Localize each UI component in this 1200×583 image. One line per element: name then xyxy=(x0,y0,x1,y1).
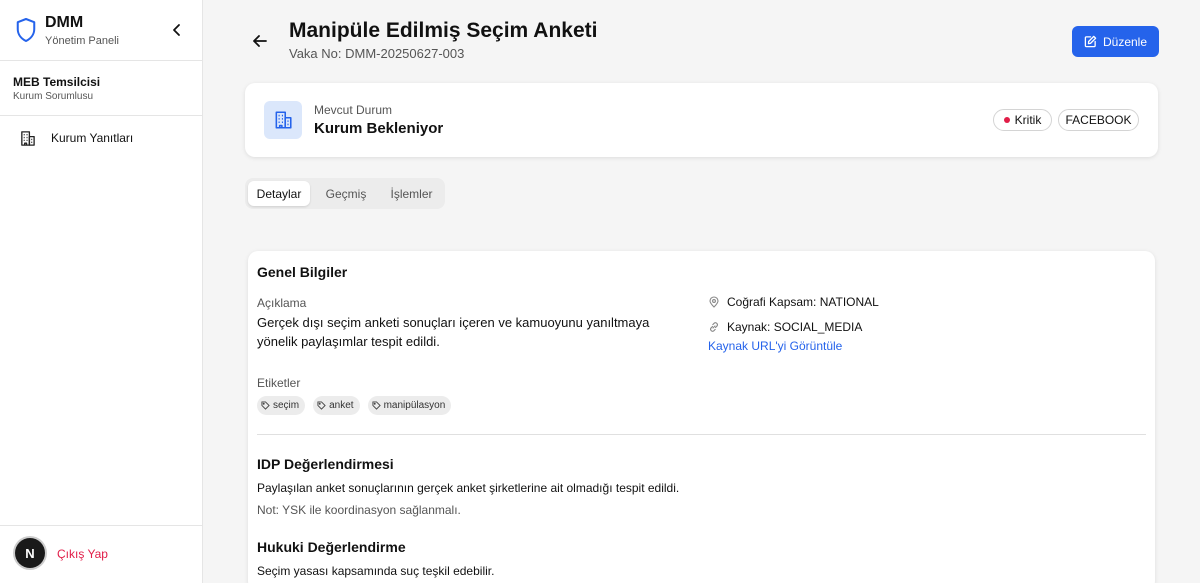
brand-title: DMM xyxy=(45,14,84,31)
sidebar-footer: N Çıkış Yap xyxy=(0,525,202,583)
arrow-left-icon[interactable] xyxy=(251,32,269,50)
tab-bar: Detaylar Geçmiş İşlemler xyxy=(245,178,445,209)
building-icon xyxy=(275,111,292,129)
details-card: Genel Bilgiler Açıklama Gerçek dışı seçi… xyxy=(248,251,1155,583)
map-pin-icon xyxy=(709,296,719,308)
edit-icon xyxy=(1084,35,1097,48)
legal-text: Seçim yasası kapsamında suç teşkil edebi… xyxy=(257,564,495,578)
severity-label: Kritik xyxy=(1014,113,1042,127)
tag-icon xyxy=(372,401,381,410)
tag-icon xyxy=(261,401,270,410)
tag-label: seçim xyxy=(273,400,300,411)
source-url-link[interactable]: Kaynak URL'yi Görüntüle xyxy=(708,339,842,353)
tag-item: anket xyxy=(313,396,360,415)
building-icon xyxy=(21,131,35,146)
tag-list: seçim anket manipülasyon xyxy=(257,396,452,415)
tag-label: anket xyxy=(329,400,354,411)
sidebar: DMM Yönetim Paneli MEB Temsilcisi Kurum … xyxy=(0,0,203,583)
description-text: Gerçek dışı seçim anketi sonuçları içere… xyxy=(257,315,650,349)
platform-badge: FACEBOOK xyxy=(1058,109,1139,131)
tag-item: seçim xyxy=(257,396,306,415)
edit-button[interactable]: Düzenle xyxy=(1072,26,1159,57)
source-text: Kaynak: SOCIAL_MEDIA xyxy=(727,320,863,334)
tags-label: Etiketler xyxy=(257,376,301,390)
tag-icon xyxy=(317,401,326,410)
idp-text: Paylaşılan anket sonuçlarının gerçek ank… xyxy=(257,481,680,495)
status-label: Mevcut Durum xyxy=(314,103,393,117)
idp-title: IDP Değerlendirmesi xyxy=(257,456,394,472)
case-number: Vaka No: DMM-20250627-003 xyxy=(289,46,465,61)
description-label: Açıklama xyxy=(257,296,307,310)
severity-badge: Kritik xyxy=(993,109,1052,131)
idp-note: Not: YSK ile koordinasyon sağlanmalı. xyxy=(257,503,461,517)
logout-button[interactable]: Çıkış Yap xyxy=(57,547,108,561)
tab-gecmis[interactable]: Geçmiş xyxy=(315,181,377,206)
shield-icon xyxy=(16,17,36,43)
sidebar-item-kurum-yanitlari[interactable]: Kurum Yanıtları xyxy=(0,122,202,154)
status-card: Mevcut Durum Kurum Bekleniyor Kritik FAC… xyxy=(245,83,1158,157)
tag-item: manipülasyon xyxy=(367,396,452,415)
geo-scope: Coğrafi Kapsam: NATIONAL xyxy=(708,295,879,309)
source: Kaynak: SOCIAL_MEDIA xyxy=(708,320,862,334)
avatar[interactable]: N xyxy=(15,538,45,568)
page-title: Manipüle Edilmiş Seçim Anketi xyxy=(289,19,598,42)
status-icon-box xyxy=(264,101,302,139)
tag-label: manipülasyon xyxy=(383,400,446,411)
general-info-title: Genel Bilgiler xyxy=(257,264,348,280)
divider xyxy=(257,434,1146,435)
legal-title: Hukuki Değerlendirme xyxy=(257,539,406,555)
user-info: MEB Temsilcisi Kurum Sorumlusu xyxy=(0,61,202,116)
tab-detaylar[interactable]: Detaylar xyxy=(248,181,310,206)
geo-scope-text: Coğrafi Kapsam: NATIONAL xyxy=(727,295,879,309)
brand-subtitle: Yönetim Paneli xyxy=(45,35,119,47)
sidebar-item-label: Kurum Yanıtları xyxy=(51,131,134,145)
brand-header: DMM Yönetim Paneli xyxy=(0,0,202,61)
chevron-left-icon[interactable] xyxy=(169,21,185,39)
link-icon xyxy=(710,322,718,332)
user-name: MEB Temsilcisi xyxy=(13,75,101,89)
status-value: Kurum Bekleniyor xyxy=(314,120,444,137)
severity-dot-icon xyxy=(1003,117,1010,123)
edit-button-label: Düzenle xyxy=(1102,34,1148,49)
user-role: Kurum Sorumlusu xyxy=(13,91,94,102)
tab-islemler[interactable]: İşlemler xyxy=(381,181,442,206)
